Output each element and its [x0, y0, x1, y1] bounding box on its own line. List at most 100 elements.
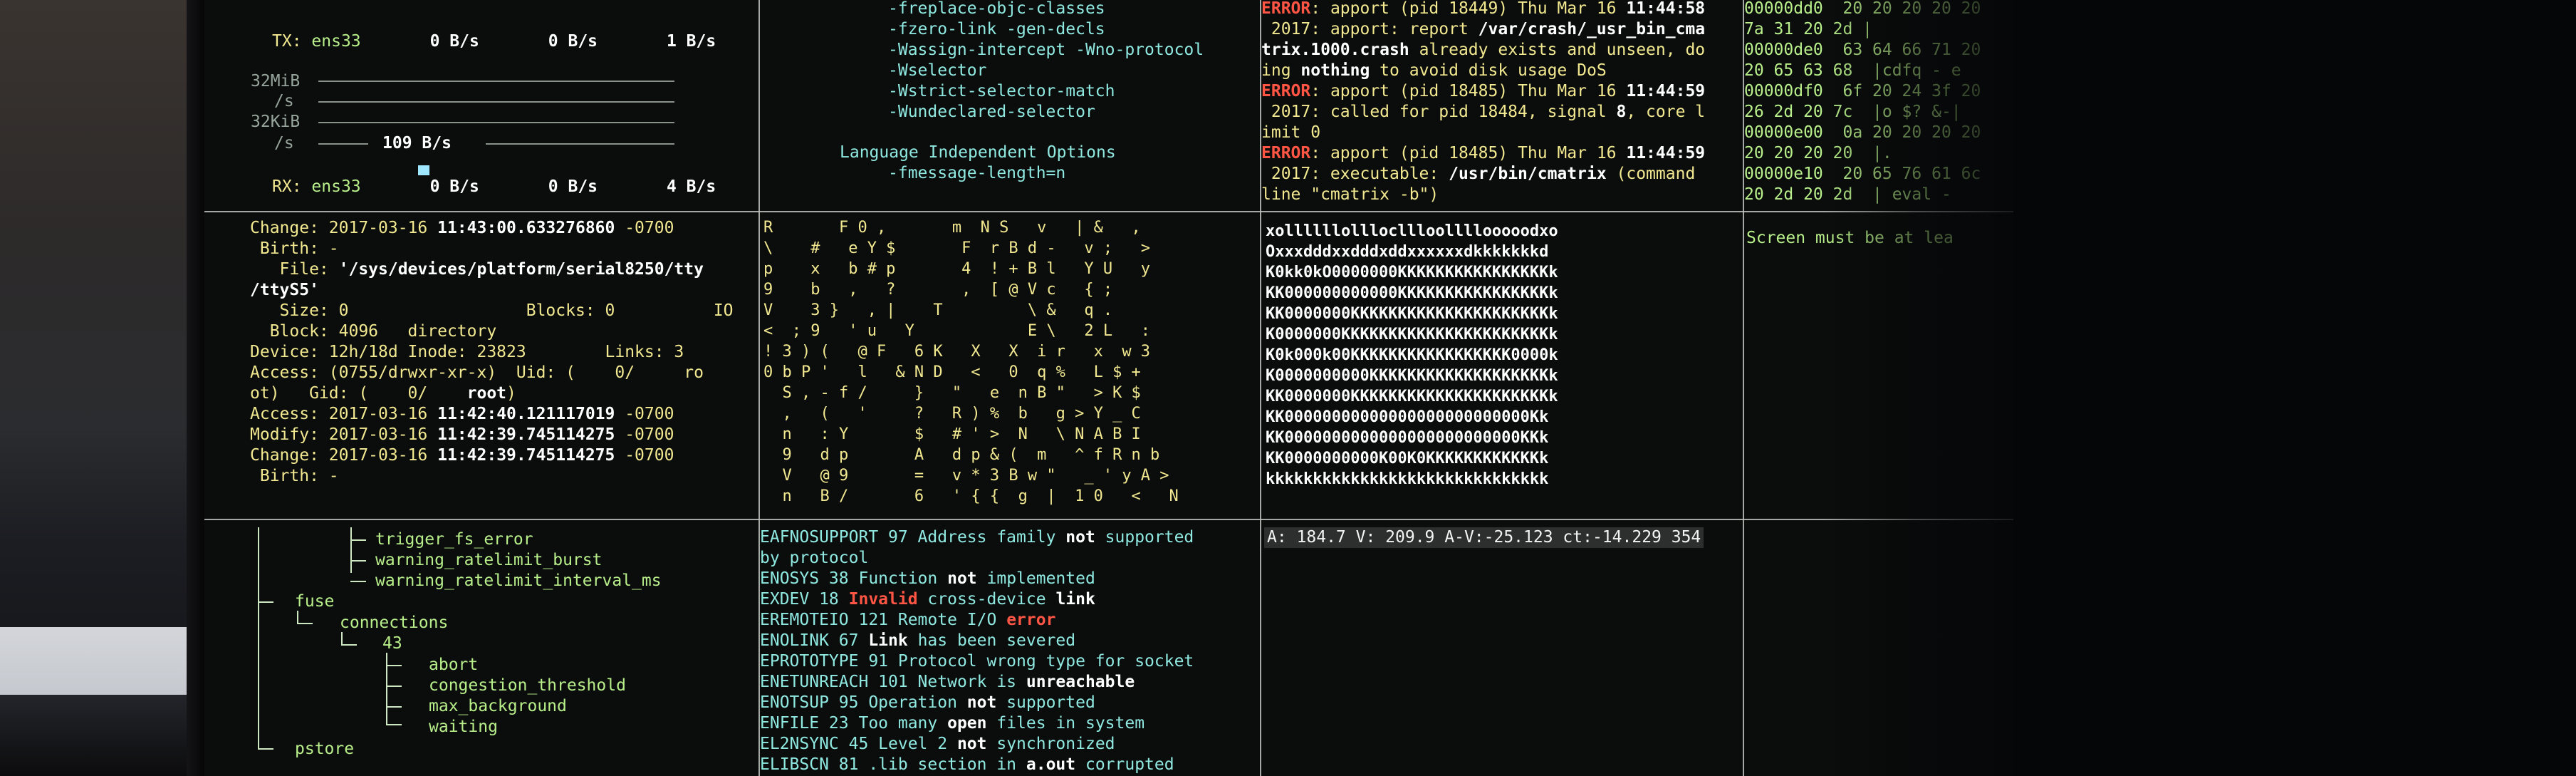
- matrix-row: n B / 6 ' { { g | 1 0 < N: [763, 487, 1179, 505]
- tree-item[interactable]: trigger_fs_error: [375, 529, 533, 550]
- log-line: 2017: apport: report /var/crash/_usr_bin…: [1261, 19, 1705, 40]
- matrix-row: p x b # p 4 ! + B l Y U y: [763, 260, 1151, 278]
- tx-value-3: 1 B/s: [666, 32, 716, 51]
- tree-folder[interactable]: pstore: [295, 739, 354, 760]
- stat-text: ): [506, 384, 516, 403]
- matrix-row: V 3 } , | T \ & q .: [763, 301, 1113, 319]
- tree-branch: [297, 611, 298, 624]
- log-line: 2017: executable: /usr/bin/cmatrix (comm…: [1261, 164, 1695, 185]
- message-pane: Screen must be at lea: [1746, 228, 2013, 517]
- errno-keyword: not: [1065, 528, 1095, 547]
- tree-branch: [258, 748, 273, 750]
- hex-row: 7a 31 20 2d |: [1744, 20, 1922, 38]
- stat-change-top: Change: 2017-03-16 11:43:00.633276860 -0…: [250, 218, 674, 239]
- rx-value-2: 0 B/s: [548, 177, 598, 196]
- stat-access: Access: 2017-03-16 11:42:40.121117019 -0…: [250, 404, 674, 425]
- log-line: imit 0: [1261, 123, 1321, 142]
- desk-shadow: [0, 695, 214, 776]
- tree-item[interactable]: warning_ratelimit_interval_ms: [375, 571, 662, 591]
- stat-date: 2017-03-16: [328, 446, 438, 465]
- ascii-row: xollllllolllocllloollllooooodxo: [1266, 222, 1558, 240]
- matrix-row: ! 3 ) ( @ F 6 K X X i r x w 3: [763, 343, 1151, 361]
- ascii-row: K0kk0kO0000000KKKKKKKKKKKKKKKKk: [1266, 264, 1558, 281]
- matrix-row: \ # e Y $ F r B d - v ; >: [763, 239, 1151, 257]
- tree-branch: [258, 601, 273, 603]
- stat-time: 11:43:00.633276860: [437, 219, 615, 237]
- stat-path: '/sys/devices/platform/serial8250/tty: [338, 260, 704, 279]
- errno-text: synchronized: [986, 735, 1115, 753]
- log-value: 8: [1616, 103, 1627, 121]
- tree-branch: [350, 581, 366, 582]
- monitor-bezel: [187, 0, 204, 776]
- matrix-row: < ; 9 ' u Y E \ 2 L :: [763, 322, 1151, 340]
- gcc-flag-line: -freplace-objc-classes: [888, 0, 1105, 18]
- log-line: 2017: called for pid 18484, signal 8, co…: [1261, 102, 1705, 123]
- tree-item[interactable]: waiting: [429, 717, 498, 738]
- tree-item[interactable]: max_background: [429, 696, 567, 717]
- log-keyword: nothing: [1300, 61, 1370, 80]
- hex-row: 26 2d 20 7c |o $? &-|: [1744, 103, 1961, 121]
- tree-folder[interactable]: fuse: [295, 591, 334, 612]
- hex-row: 00000df0 6f 20 24 3f 20: [1744, 82, 1981, 100]
- errno-text: files in system: [986, 714, 1145, 733]
- hex-row: 00000e10 20 65 76 61 6c: [1744, 165, 1981, 183]
- player-status-pane: A: 184.7 V: 209.9 A-V:-25.123 ct:-14.229…: [1261, 522, 1741, 776]
- log-time: 11:44:59: [1626, 82, 1706, 100]
- log-text: to avoid disk usage DoS: [1370, 61, 1607, 80]
- log-line: ERROR: apport (pid 18485) Thu Mar 16 11:…: [1261, 81, 1705, 102]
- log-path: /var/crash/_usr_bin_cma: [1478, 20, 1706, 38]
- hex-row: 00000e00 0a 20 20 20 20: [1744, 123, 1981, 142]
- errno-line: ENOTSUP 95 Operation not supported: [760, 693, 1095, 713]
- tree-item[interactable]: warning_ratelimit_burst: [375, 550, 603, 571]
- gcc-flag-line: -fzero-link -gen-decls: [888, 20, 1105, 38]
- hex-row: 20 20 20 20 |.: [1744, 144, 1932, 162]
- tree-item[interactable]: abort: [429, 655, 478, 676]
- ascii-row: Oxxxdddxxdddxddxxxxxxdkkkkkkkd: [1266, 243, 1549, 261]
- stat-block: Block: 4096 directory: [250, 322, 497, 341]
- stat-path-cont: /ttyS5': [250, 281, 319, 299]
- errno-text: corrupted: [1075, 755, 1174, 774]
- stat-birth-top: Birth: -: [250, 239, 339, 258]
- log-text: 2017: called for pid 18484, signal: [1261, 103, 1617, 121]
- tree-item[interactable]: congestion_threshold: [429, 676, 626, 696]
- stat-tz: -0700: [615, 425, 674, 444]
- errno-keyword: not: [956, 735, 987, 753]
- ascii-row: KK0000000KKKKKKKKKKKKKKKKKKKKKk: [1266, 388, 1558, 405]
- error-tag: ERROR: [1261, 82, 1311, 100]
- log-line: trix.1000.crash already exists and unsee…: [1261, 40, 1705, 61]
- errno-keyword: not: [966, 693, 997, 712]
- scale-label: /s: [274, 134, 294, 152]
- stat-time: 11:42:39.745114275: [437, 446, 615, 465]
- tree-branch: [386, 724, 402, 725]
- log-text: : apport (pid 18449) Thu Mar 16: [1310, 0, 1627, 18]
- tx-label: TX:: [272, 32, 302, 51]
- stat-access-perm: Access: (0755/drwxr-xr-x) Uid: ( 0/ ro: [250, 363, 704, 382]
- rx-iface: ens33: [311, 177, 361, 196]
- ascii-row: KK0000000000000000000000000KKk: [1266, 429, 1549, 447]
- rx-value-1: 0 B/s: [429, 177, 479, 196]
- stat-text: ot) Gid: ( 0/: [250, 384, 467, 403]
- log-line: ERROR: apport (pid 18485) Thu Mar 16 11:…: [1261, 143, 1705, 164]
- matrix-row: 9 d p A d p & ( m ^ f R n b: [763, 446, 1160, 464]
- tree-folder[interactable]: connections: [340, 613, 448, 633]
- tx-value-2: 0 B/s: [548, 32, 598, 51]
- ascii-row: KK0000000KKKKKKKKKKKKKKKKKKKKKk: [1266, 305, 1558, 323]
- gcc-flag-line: -Wselector: [888, 61, 987, 80]
- errno-line: EXDEV 18 Invalid cross-device link: [760, 589, 1095, 610]
- gcc-flag-line: -fmessage-length=n: [888, 164, 1066, 182]
- stat-device: Device: 12h/18d Inode: 23823 Links: 3: [250, 343, 684, 361]
- graph-line: [318, 81, 674, 82]
- pane-divider: [204, 211, 2013, 212]
- stat-date: 2017-03-16: [328, 425, 438, 444]
- player-status-line: A: 184.7 V: 209.9 A-V:-25.123 ct:-14.229…: [1264, 527, 1704, 548]
- hex-row: 20 65 63 68 |cdfq - e: [1744, 61, 1961, 80]
- rate-label: 109 B/s: [382, 134, 452, 152]
- errno-line: ENOLINK 67 Link has been severed: [760, 631, 1075, 651]
- rx-value-3: 4 B/s: [666, 177, 716, 196]
- ascii-row: K0k000k00KKKKKKKKKKKKKKKKK0000k: [1266, 346, 1558, 364]
- errno-line: EAFNOSUPPORT 97 Address family not suppo…: [760, 527, 1194, 548]
- errno-highlight: Invalid: [848, 590, 918, 609]
- tree-folder[interactable]: 43: [382, 633, 402, 654]
- stat-label: File:: [250, 260, 339, 279]
- stat-pane: Change: 2017-03-16 11:43:00.633276860 -0…: [250, 214, 757, 517]
